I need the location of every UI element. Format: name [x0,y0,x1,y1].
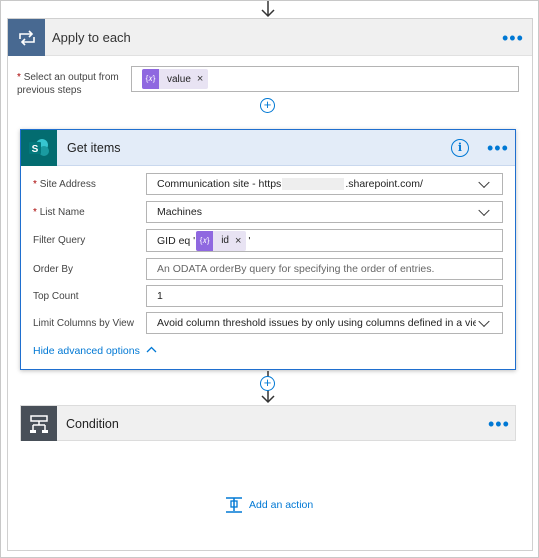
hide-advanced-label: Hide advanced options [33,345,140,357]
site-address-value: Communication site - https [157,178,282,190]
value-token[interactable]: {𝑥} value × [142,69,209,89]
list-name-label: * List Name [33,206,85,219]
hide-advanced-options-link[interactable]: Hide advanced options [33,345,157,357]
top-count-label: Top Count [33,291,79,302]
more-options-icon[interactable]: ••• [502,29,524,47]
chevron-down-icon [478,315,490,328]
flow-canvas: Apply to each ••• * Select an output fro… [0,0,539,558]
required-marker: * [17,72,21,83]
chevron-up-icon [146,346,157,353]
select-output-field[interactable]: {𝑥} value × [131,66,519,92]
top-count-field[interactable]: 1 [146,285,503,307]
required-marker: * [33,207,37,218]
remove-token-icon[interactable]: × [197,73,208,85]
site-address-select[interactable]: Communication site - https .sharepoint.c… [146,173,503,195]
list-name-value: Machines [157,206,202,218]
id-token-label: id [221,235,229,246]
chevron-down-icon [478,204,490,217]
value-token-label: value [167,73,191,85]
info-icon[interactable]: i [451,139,469,157]
get-items-card: S Get items i ••• * Site Address Communi… [20,129,516,370]
order-by-field[interactable]: An ODATA orderBy query for specifying th… [146,258,503,280]
get-items-title: Get items [67,141,121,155]
select-output-label-text: Select an output from previous steps [17,72,119,96]
dynamic-content-icon: {𝑥} [196,230,214,251]
remove-token-icon[interactable]: × [235,235,246,247]
insert-step-plus-icon[interactable]: + [260,376,275,391]
site-address-suffix: .sharepoint.com/ [345,178,423,190]
limit-columns-label: Limit Columns by View [33,318,134,329]
limit-columns-select[interactable]: Avoid column threshold issues by only us… [146,312,503,334]
apply-to-each-title: Apply to each [52,30,131,45]
add-action-label: Add an action [249,499,314,511]
more-options-icon[interactable]: ••• [487,139,509,157]
condition-card[interactable]: Condition ••• [20,405,516,441]
condition-icon [21,406,57,441]
chevron-down-icon [478,176,490,189]
site-address-label-text: Site Address [39,179,96,190]
get-items-header[interactable]: S Get items i ••• [21,130,515,166]
add-action-icon [226,497,242,513]
sharepoint-icon: S [21,130,57,166]
dynamic-content-icon: {𝑥} [142,69,159,89]
down-arrow-icon [261,1,275,18]
id-token[interactable]: {𝑥} id × [196,230,247,251]
add-action-button[interactable]: Add an action [224,495,313,515]
filter-query-label: Filter Query [33,235,86,246]
condition-title: Condition [66,417,119,431]
filter-query-suffix: ' [248,234,251,247]
filter-query-field[interactable]: GID eq ' {𝑥} id × ' [146,229,503,252]
filter-query-prefix: GID eq ' [157,234,196,247]
redacted-block [282,178,345,190]
limit-columns-value: Avoid column threshold issues by only us… [157,317,476,329]
svg-text:S: S [32,144,39,155]
loop-icon [8,19,45,56]
order-by-label: Order By [33,264,74,275]
select-output-label: * Select an output from previous steps [17,71,127,97]
apply-to-each-header[interactable]: Apply to each ••• [8,19,532,56]
required-marker: * [33,179,37,190]
list-name-label-text: List Name [39,207,85,218]
more-options-icon[interactable]: ••• [488,415,510,433]
list-name-select[interactable]: Machines [146,201,503,223]
insert-step-plus-icon[interactable]: + [260,98,275,113]
site-address-label: * Site Address [33,178,96,191]
